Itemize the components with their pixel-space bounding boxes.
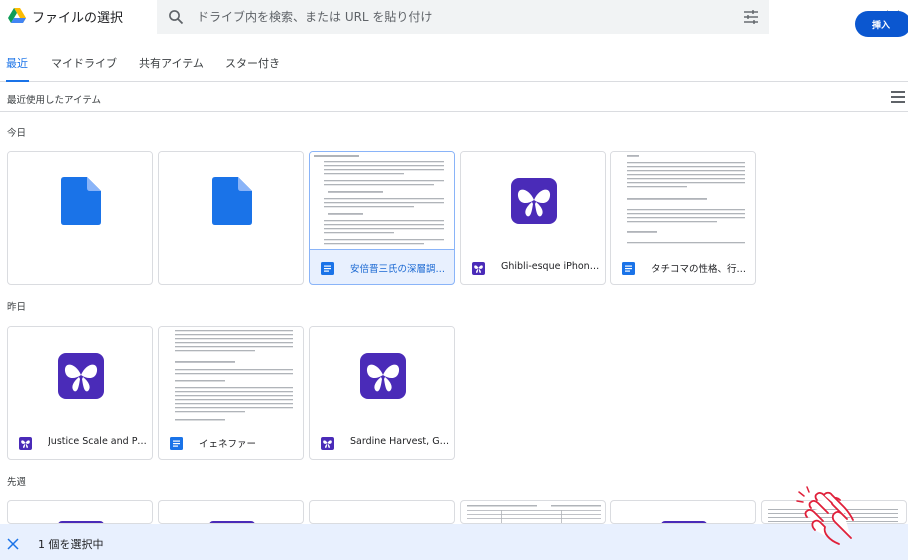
doc-file-icon: [622, 262, 635, 275]
file-name: タチコマの性格、行…: [651, 264, 747, 275]
file-card[interactable]: [7, 500, 153, 524]
file-name: Ghibli-esque iPhone …: [501, 261, 601, 272]
active-tab-indicator: [6, 80, 29, 82]
app-logo-icon: [360, 353, 406, 399]
app-logo-icon: [321, 437, 334, 450]
tab-recent[interactable]: 最近: [6, 55, 28, 71]
document-preview-thumbnail: [310, 152, 454, 250]
file-card[interactable]: [309, 500, 455, 524]
list-view-icon[interactable]: [891, 91, 905, 103]
search-input[interactable]: [197, 8, 697, 26]
file-card-footer: 安倍晋三氏の深層調…: [310, 250, 454, 284]
app-logo-icon: [19, 437, 32, 450]
dialog-title: ファイルの選択: [32, 11, 124, 26]
selected-count: 1 個を選択中: [38, 538, 104, 551]
group-label-last-week: 先週: [7, 477, 27, 488]
file-name: イェネファー: [199, 439, 257, 450]
insert-button[interactable]: 挿入: [855, 11, 908, 37]
document-preview-lines: [627, 155, 745, 244]
section-header: 最近使用したアイテム: [0, 83, 908, 112]
clear-selection-icon[interactable]: [7, 538, 19, 550]
group-label-today: 今日: [7, 128, 27, 139]
file-name: 安倍晋三氏の深層調…: [350, 264, 446, 275]
file-card[interactable]: Sardine Harvest, Ghi…: [309, 326, 455, 460]
file-card-selected[interactable]: 安倍晋三氏の深層調…: [309, 151, 455, 285]
doc-file-icon: [61, 177, 101, 225]
document-preview-thumbnail: [159, 327, 303, 425]
group-label-yesterday: 昨日: [7, 302, 27, 313]
file-card[interactable]: イェネファー: [158, 326, 304, 460]
pointing-hand-cursor-icon: [796, 486, 854, 545]
tab-shared[interactable]: 共有アイテム: [139, 55, 204, 71]
search-bar[interactable]: [157, 0, 769, 34]
document-preview-lines: [175, 330, 293, 421]
file-thumbnail: [8, 327, 152, 425]
file-card[interactable]: [7, 151, 153, 285]
selection-bar: 1 個を選択中: [0, 524, 908, 560]
file-name: Justice Scale and Pr…: [48, 436, 148, 447]
doc-file-icon: [212, 177, 252, 225]
file-thumbnail: [461, 152, 605, 250]
file-thumbnail: [310, 327, 454, 425]
search-icon[interactable]: [168, 9, 184, 25]
file-card[interactable]: タチコマの性格、行…: [610, 151, 756, 285]
file-card[interactable]: [158, 500, 304, 524]
file-card-footer: Sardine Harvest, Ghi…: [310, 425, 454, 459]
file-thumbnail: [8, 152, 152, 250]
file-card[interactable]: [460, 500, 606, 524]
doc-file-icon: [321, 262, 334, 275]
file-card-footer: イェネファー: [159, 425, 303, 459]
picker-header: ファイルの選択: [0, 0, 908, 34]
tab-starred[interactable]: スター付き: [225, 55, 280, 71]
file-card-footer: Ghibli-esque iPhone …: [461, 250, 605, 284]
file-card[interactable]: Justice Scale and Pr…: [7, 326, 153, 460]
search-options-icon[interactable]: [743, 9, 759, 25]
app-logo-icon: [511, 178, 557, 224]
file-card-footer: Justice Scale and Pr…: [8, 425, 152, 459]
app-logo-icon: [472, 262, 485, 275]
file-card[interactable]: [158, 151, 304, 285]
doc-file-icon: [170, 437, 183, 450]
file-card-footer: タチコマの性格、行…: [611, 250, 755, 284]
document-preview-thumbnail: [611, 152, 755, 250]
document-preview-lines: [467, 505, 601, 523]
file-card[interactable]: Ghibli-esque iPhone …: [460, 151, 606, 285]
file-card[interactable]: [610, 500, 756, 524]
app-logo-icon: [58, 353, 104, 399]
section-title: 最近使用したアイテム: [7, 95, 102, 106]
tab-my-drive[interactable]: マイドライブ: [51, 55, 117, 71]
tab-bar: 最近 マイドライブ 共有アイテム スター付き: [0, 44, 908, 82]
google-drive-logo-icon: [8, 8, 26, 23]
document-preview-lines: [314, 155, 444, 245]
file-name: Sardine Harvest, Ghi…: [350, 436, 450, 447]
file-thumbnail: [159, 152, 303, 250]
